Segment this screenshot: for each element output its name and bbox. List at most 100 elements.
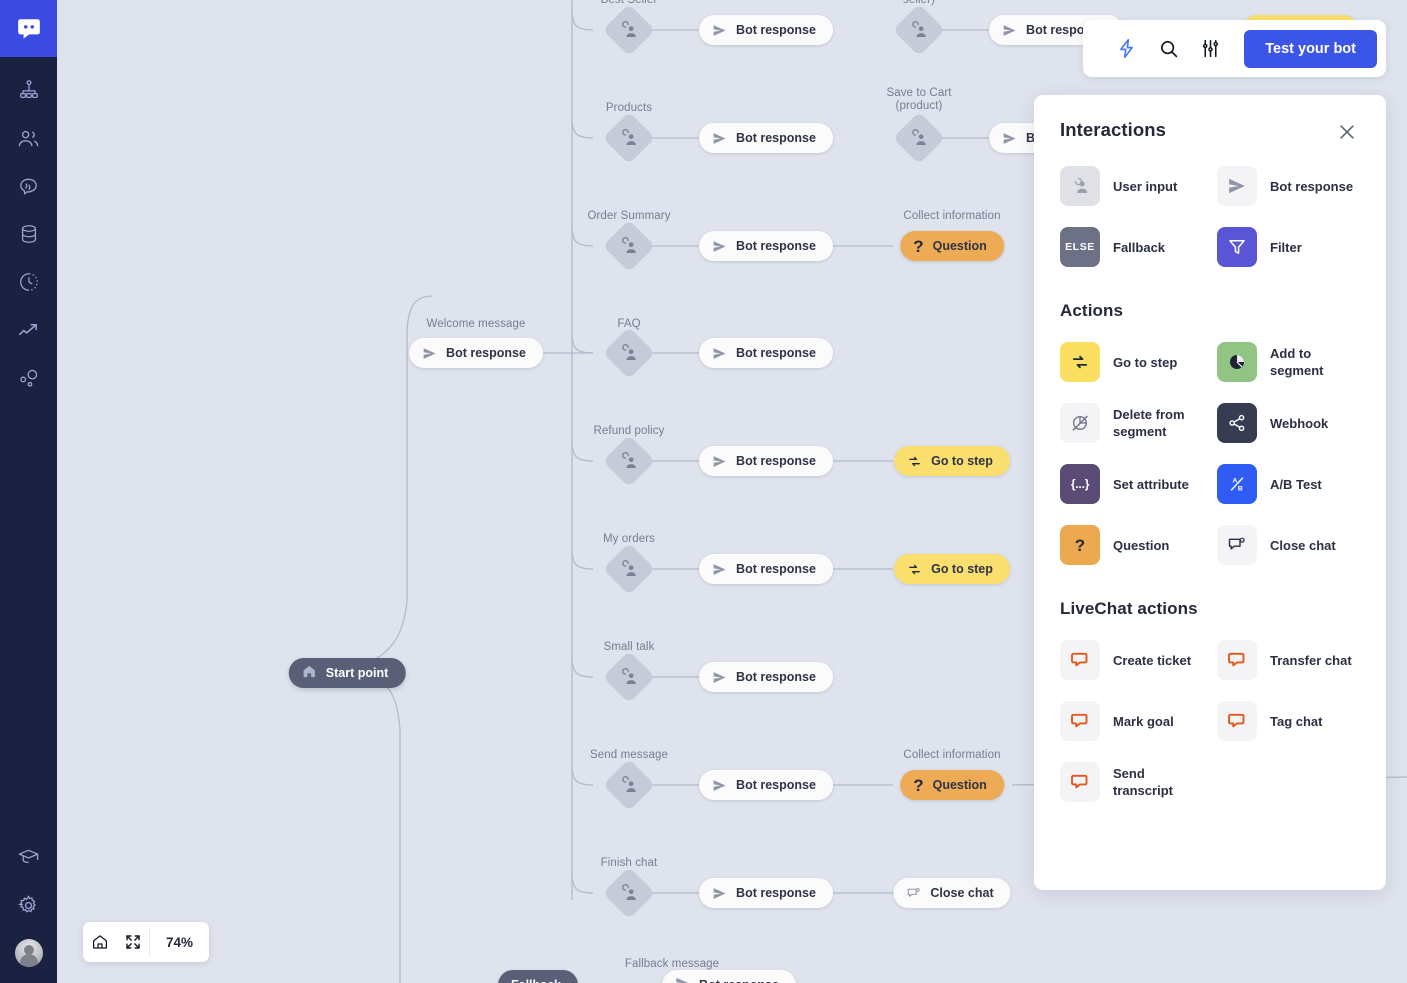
flow-node-bot-response[interactable]: Bot response (699, 662, 833, 692)
panel-item-a-b-test[interactable]: A B A/B Test (1217, 464, 1360, 504)
start-point-label: Start point (325, 666, 389, 680)
panel-item-label: User input (1113, 178, 1178, 194)
home-icon[interactable] (83, 922, 116, 962)
flow-node-go-to-step[interactable]: Go to step (894, 446, 1010, 476)
panel-item-add-to-segment[interactable]: Add to segment (1217, 342, 1360, 382)
close-icon[interactable] (1334, 119, 1360, 145)
test-your-bot-button[interactable]: Test your bot (1244, 29, 1377, 68)
flow-node-bot-response[interactable]: Bot response (699, 231, 833, 261)
paper-plane-icon (422, 346, 437, 361)
node-caption: Refund policy (593, 425, 665, 437)
livechat-actions-grid: Create ticket Transfer chat Mark goal Tag c… (1060, 640, 1360, 802)
livechat-chatbot-logo-icon (17, 18, 40, 39)
panel-item-delete-from-segment[interactable]: Delete from segment (1060, 403, 1203, 443)
flow-node-label: Bot response (736, 454, 816, 468)
chat-bubble-icon (1060, 701, 1100, 741)
start-point-node[interactable]: Start point (288, 658, 406, 688)
paper-plane-icon (712, 346, 727, 361)
panel-item-filter[interactable]: Filter (1217, 227, 1360, 267)
sidebar-item-users[interactable] (0, 114, 57, 162)
funnel-icon (1217, 227, 1257, 267)
paper-plane-icon (712, 239, 727, 254)
panel-item-create-ticket[interactable]: Create ticket (1060, 640, 1203, 680)
sidebar-item-tutorials[interactable] (0, 833, 57, 881)
sidebar-item-segments[interactable] (0, 354, 57, 402)
panel-item-label: Add to segment (1270, 346, 1324, 378)
flow-node-bot-response[interactable]: Bot response (699, 554, 833, 584)
flow-node-bot-response[interactable]: Bot response (409, 338, 543, 368)
bubbles-icon (20, 369, 38, 387)
node-caption: Save to Cart (product) (886, 87, 952, 112)
panel-item-label: Tag chat (1270, 713, 1323, 729)
panel-item-bot-response[interactable]: Bot response (1217, 166, 1360, 206)
panel-item-fallback[interactable]: ELSE Fallback (1060, 227, 1203, 267)
flow-node-label: Bot response (736, 23, 816, 37)
interactions-panel: Interactions User input Bot response ELSE F… (1034, 95, 1386, 890)
panel-item-mark-goal[interactable]: Mark goal (1060, 701, 1203, 741)
flow-node-bot-response[interactable]: Bot response (699, 338, 833, 368)
flow-node-label: Close chat (930, 886, 994, 900)
paper-plane-icon (712, 23, 727, 38)
users-icon (18, 130, 39, 146)
panel-item-close-chat[interactable]: Close chat (1217, 525, 1360, 565)
sidebar-item-training[interactable] (0, 162, 57, 210)
canvas-zoom-controls: 74% (83, 922, 210, 962)
panel-item-label: Question (1113, 537, 1170, 553)
user-avatar[interactable] (14, 939, 43, 967)
actions-section-title: Actions (1060, 301, 1124, 320)
chat-bubble-icon (1217, 640, 1257, 680)
panel-item-label: Close chat (1270, 537, 1336, 553)
panel-item-webhook[interactable]: Webhook (1217, 403, 1360, 443)
svg-text:B: B (1238, 486, 1243, 493)
flow-node-bot-response[interactable]: Bot response (699, 123, 833, 153)
user-input-icon (619, 236, 639, 256)
fallback-bot-response-node[interactable]: Bot response (662, 970, 796, 983)
flow-node-close-chat[interactable]: Close chat (893, 878, 1011, 908)
user-input-icon (619, 667, 639, 687)
panel-item-send-transcript[interactable]: Send transcript (1060, 762, 1203, 802)
user-input-icon (619, 343, 639, 363)
app-root: Best Seller seller) Products Save to Cart (p… (0, 0, 1407, 983)
chat-bubble-icon (1060, 640, 1100, 680)
left-navigation-rail (0, 0, 57, 983)
search-icon[interactable] (1147, 28, 1189, 70)
sidebar-item-settings[interactable] (0, 881, 57, 929)
paper-plane-icon (712, 562, 727, 577)
app-logo[interactable] (0, 0, 57, 57)
zoom-level-label[interactable]: 74% (150, 922, 209, 962)
lightning-icon[interactable] (1105, 28, 1147, 70)
paper-plane-icon (1002, 23, 1017, 38)
pie-chart-icon (1217, 342, 1257, 382)
database-icon (21, 225, 36, 243)
panel-item-user-input[interactable]: User input (1060, 166, 1203, 206)
sidebar-item-history[interactable] (0, 258, 57, 306)
paper-plane-icon (712, 454, 727, 469)
paper-plane-icon (712, 886, 727, 901)
flow-node-bot-response[interactable]: Bot response (699, 15, 833, 45)
sidebar-item-data[interactable] (0, 210, 57, 258)
svg-text:A: A (1233, 478, 1238, 485)
sidebar-item-analytics[interactable] (0, 306, 57, 354)
sliders-icon[interactable] (1189, 28, 1231, 70)
panel-item-go-to-step[interactable]: Go to step (1060, 342, 1203, 382)
panel-item-label: Go to step (1113, 354, 1178, 370)
panel-item-tag-chat[interactable]: Tag chat (1217, 701, 1360, 741)
node-caption: Collect information (903, 210, 1001, 222)
node-caption: Small talk (603, 641, 655, 653)
sidebar-item-flows[interactable] (0, 66, 57, 114)
flow-node-bot-response[interactable]: Bot response (699, 446, 833, 476)
panel-item-label: A/B Test (1270, 476, 1322, 492)
paper-plane-icon (1217, 166, 1257, 206)
panel-item-set-attribute[interactable]: {...} Set attribute (1060, 464, 1203, 504)
node-caption: Finish chat (600, 857, 658, 869)
panel-item-transfer-chat[interactable]: Transfer chat (1217, 640, 1360, 680)
flow-node-bot-response[interactable]: Bot response (699, 770, 833, 800)
flow-node-bot-response[interactable]: Bot response (699, 878, 833, 908)
flow-node-go-to-step[interactable]: Go to step (894, 554, 1010, 584)
panel-item-question[interactable]: ? Question (1060, 525, 1203, 565)
fit-to-screen-icon[interactable] (116, 922, 149, 962)
flow-node-question[interactable]: ? Question (900, 231, 1004, 261)
flow-node-label: Bot response (736, 346, 816, 360)
flow-node-question[interactable]: ? Question (900, 770, 1004, 800)
fallback-start-node[interactable]: Fallback (497, 970, 579, 983)
